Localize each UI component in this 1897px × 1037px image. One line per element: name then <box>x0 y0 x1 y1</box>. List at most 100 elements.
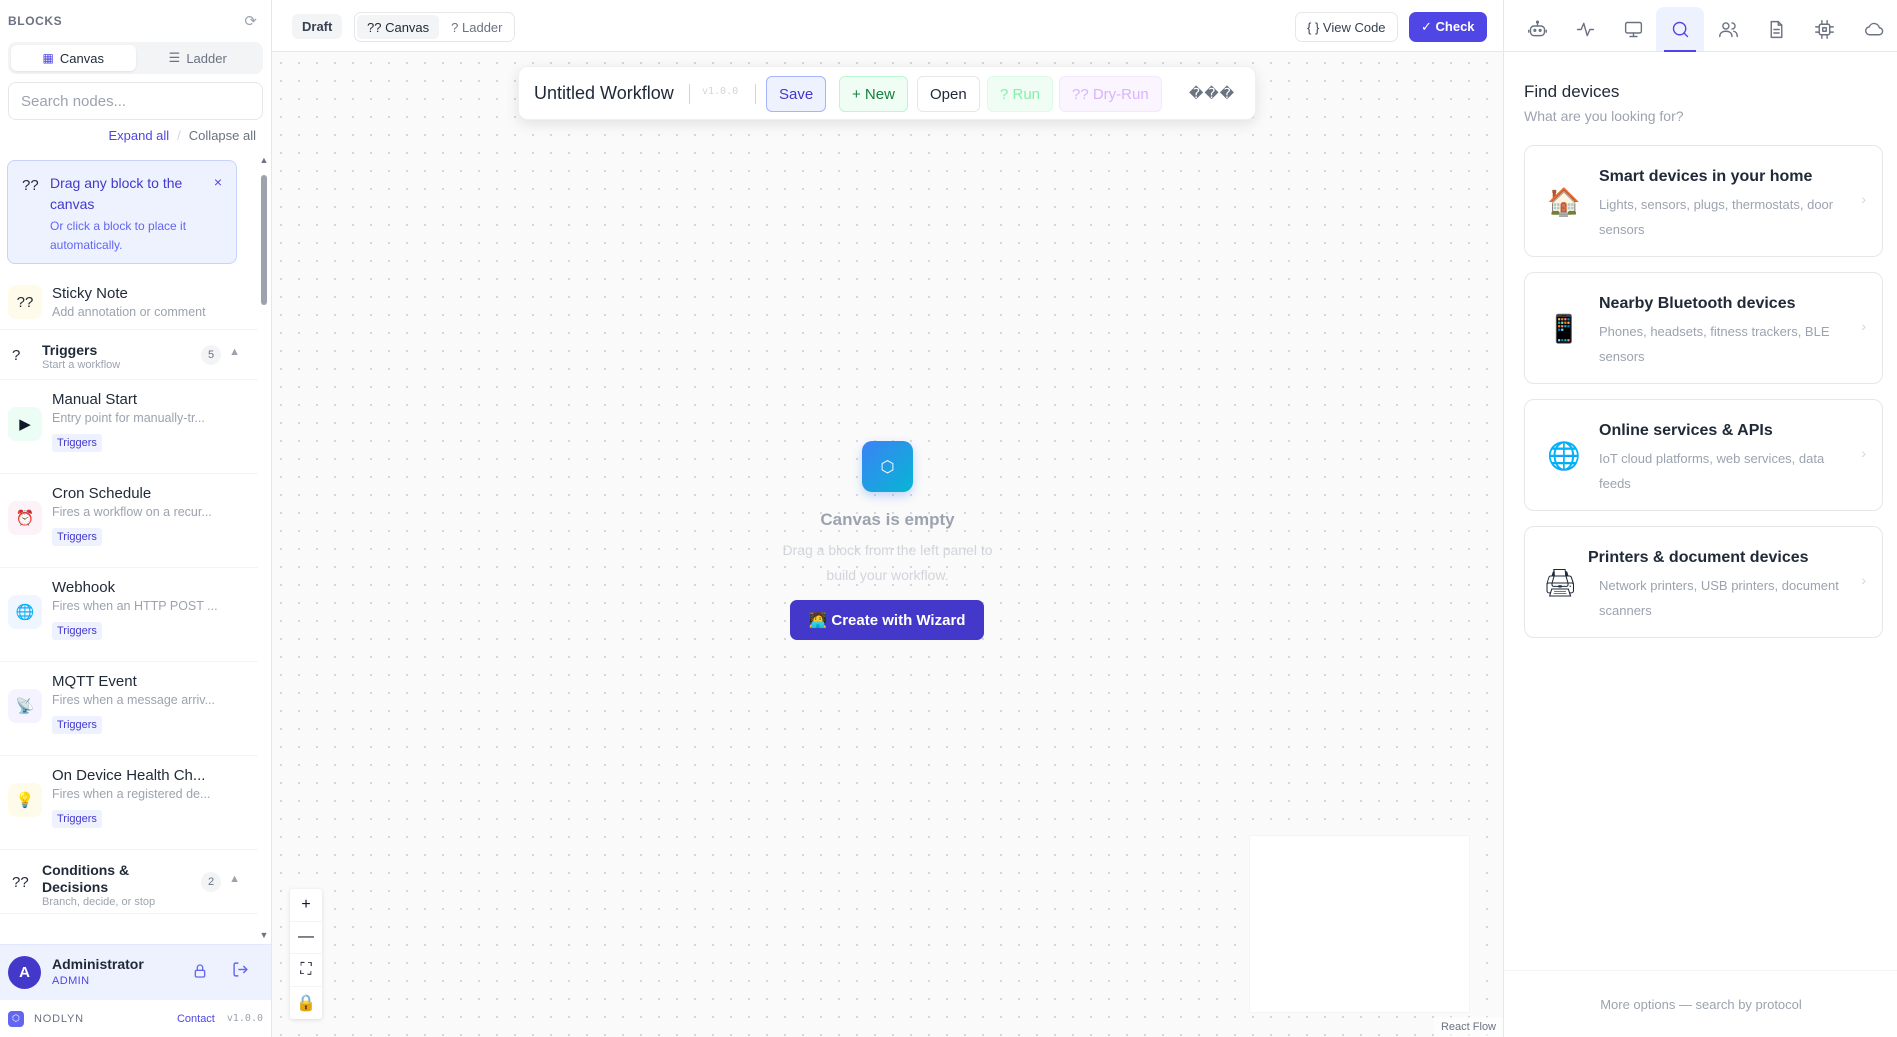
view-canvas-toggle[interactable]: ▦ Canvas <box>11 45 136 71</box>
workflow-title[interactable]: Untitled Workflow <box>534 83 674 104</box>
save-button[interactable]: Save <box>766 76 827 112</box>
block-sticky-note[interactable]: ?? Sticky Note Add annotation or comment <box>0 274 258 330</box>
document-icon[interactable] <box>1752 7 1800 51</box>
tab-canvas[interactable]: ?? Canvas <box>357 15 440 39</box>
block-device-health[interactable]: 💡 On Device Health Ch... Fires when a re… <box>0 756 258 850</box>
canvas-topbar: Draft ?? Canvas ? Ladder { } View Code ✓… <box>272 0 1503 52</box>
contact-link[interactable]: Contact <box>177 1013 215 1025</box>
card-title: Printers & document devices <box>1588 549 1809 566</box>
block-webhook[interactable]: 🌐 Webhook Fires when an HTTP POST ... Tr… <box>0 568 258 662</box>
card-description: Network printers, USB printers, document… <box>1599 578 1839 618</box>
block-desc: Fires when a message arriv... <box>52 693 216 707</box>
view-ladder-toggle[interactable]: ☰ Ladder <box>136 45 261 71</box>
drag-hint: ?? Drag any block to the canvas Or click… <box>7 160 237 264</box>
user-profile: A Administrator ADMIN <box>0 944 271 1000</box>
users-icon[interactable] <box>1704 7 1752 51</box>
separator: / <box>177 127 181 143</box>
zoom-in-button[interactable]: + <box>290 889 322 922</box>
cloud-icon[interactable] <box>1850 7 1897 51</box>
chevron-up-icon[interactable]: ▲ <box>229 346 240 358</box>
more-options-link[interactable]: More options — search by protocol <box>1504 970 1897 1037</box>
user-name: Administrator <box>52 956 144 972</box>
sticky-note-icon: ?? <box>8 285 42 319</box>
view-code-button[interactable]: { } View Code <box>1295 12 1398 42</box>
phone-icon: 📱 <box>1547 314 1581 344</box>
chip-icon[interactable] <box>1800 7 1848 51</box>
open-button[interactable]: Open <box>917 76 980 112</box>
block-mqtt-event[interactable]: 📡 MQTT Event Fires when a message arriv.… <box>0 662 258 756</box>
grid-icon: ▦ <box>42 51 54 65</box>
device-category-smart-home[interactable]: 🏠 Smart devices in your home Lights, sen… <box>1524 145 1883 257</box>
block-name: Manual Start <box>52 391 138 408</box>
new-button[interactable]: + New <box>839 76 908 112</box>
workflow-version: v1.0.0 <box>702 86 739 97</box>
empty-canvas-icon: ⬡ <box>862 441 913 492</box>
hint-subtitle: Or click a block to place it automatical… <box>50 219 187 252</box>
logout-icon[interactable] <box>232 961 249 983</box>
brand-name: NODLYN <box>34 1012 84 1025</box>
workflow-canvas[interactable]: Draft ?? Canvas ? Ladder { } View Code ✓… <box>272 0 1503 1037</box>
dry-run-button[interactable]: ?? Dry-Run <box>1059 76 1162 112</box>
search-input[interactable] <box>21 92 250 110</box>
device-category-printers[interactable]: 🖨 Printers & document devices Network pr… <box>1524 526 1883 638</box>
user-role: ADMIN <box>52 975 90 987</box>
sidebar-scrollbar[interactable]: ▲ ▼ <box>258 155 270 940</box>
robot-icon[interactable] <box>1513 7 1561 51</box>
block-name: On Device Health Ch... <box>52 767 206 784</box>
category-subtitle: Branch, decide, or stop <box>42 896 156 908</box>
search-icon[interactable] <box>1656 7 1704 52</box>
category-conditions[interactable]: ?? Conditions & Decisions Branch, decide… <box>0 850 258 914</box>
tab-ladder[interactable]: ? Ladder <box>441 15 512 39</box>
minimap[interactable] <box>1249 835 1470 1013</box>
house-icon: 🏠 <box>1547 187 1581 217</box>
block-cron-schedule[interactable]: ⏰ Cron Schedule Fires a workflow on a re… <box>0 474 258 568</box>
chevron-up-icon[interactable]: ▲ <box>229 873 240 885</box>
block-desc: Fires when an HTTP POST ... <box>52 599 218 613</box>
block-tag: Triggers <box>52 716 102 734</box>
block-name: MQTT Event <box>52 673 137 690</box>
category-count: 2 <box>201 872 221 892</box>
lock-icon[interactable] <box>192 963 208 983</box>
fit-view-button[interactable]: ⛶ <box>290 954 322 987</box>
expand-collapse-row: Expand all / Collapse all <box>0 120 271 150</box>
block-list: ?? Drag any block to the canvas Or click… <box>0 155 258 940</box>
lock-canvas-button[interactable]: 🔒 <box>290 987 322 1020</box>
scroll-up-icon[interactable]: ▲ <box>258 155 270 165</box>
hint-icon: ?? <box>22 177 39 194</box>
run-button[interactable]: ? Run <box>987 76 1054 112</box>
device-category-bluetooth[interactable]: 📱 Nearby Bluetooth devices Phones, heads… <box>1524 272 1883 384</box>
block-desc: Fires when a registered de... <box>52 787 211 801</box>
empty-subtitle: Drag a block from the left panel to buil… <box>782 542 993 583</box>
device-category-online-services[interactable]: 🌐 Online services & APIs IoT cloud platf… <box>1524 399 1883 511</box>
create-with-wizard-button[interactable]: 🧑‍💻 Create with Wizard <box>790 600 984 640</box>
check-button[interactable]: ✓ Check <box>1409 12 1487 42</box>
collapse-all-link[interactable]: Collapse all <box>189 128 256 143</box>
sidebar-header: BLOCKS ⟳ <box>0 0 271 42</box>
block-name: Cron Schedule <box>52 485 152 502</box>
search-box <box>8 82 263 120</box>
zoom-out-button[interactable]: — <box>290 922 322 954</box>
brand-logo-icon: ⬡ <box>8 1010 24 1027</box>
block-name: Sticky Note <box>52 285 128 302</box>
lightbulb-icon: 💡 <box>8 783 42 817</box>
activity-icon[interactable] <box>1561 7 1609 51</box>
scroll-thumb[interactable] <box>261 175 267 305</box>
monitor-icon[interactable] <box>1609 7 1657 51</box>
more-menu-button[interactable]: ��� <box>1189 85 1235 102</box>
close-icon[interactable]: × <box>214 174 222 190</box>
panel-tabs <box>1504 0 1897 52</box>
card-title: Online services & APIs <box>1599 422 1773 439</box>
category-triggers[interactable]: ? Triggers Start a workflow 5 ▲ <box>0 330 258 380</box>
view-switch: ▦ Canvas ☰ Ladder <box>8 42 263 74</box>
panel-subtitle: What are you looking for? <box>1524 108 1684 124</box>
block-manual-start[interactable]: ▶ Manual Start Entry point for manually-… <box>0 380 258 474</box>
refresh-icon[interactable]: ⟳ <box>244 12 257 30</box>
scroll-down-icon[interactable]: ▼ <box>258 930 270 940</box>
react-flow-attribution[interactable]: React Flow <box>1434 1017 1503 1037</box>
chevron-right-icon: › <box>1861 445 1866 461</box>
block-desc: Add annotation or comment <box>52 305 206 319</box>
question-icon: ?? <box>12 874 29 891</box>
card-title: Smart devices in your home <box>1599 168 1813 185</box>
blocks-sidebar: BLOCKS ⟳ ▦ Canvas ☰ Ladder Expand all / … <box>0 0 272 1037</box>
expand-all-link[interactable]: Expand all <box>108 128 169 143</box>
